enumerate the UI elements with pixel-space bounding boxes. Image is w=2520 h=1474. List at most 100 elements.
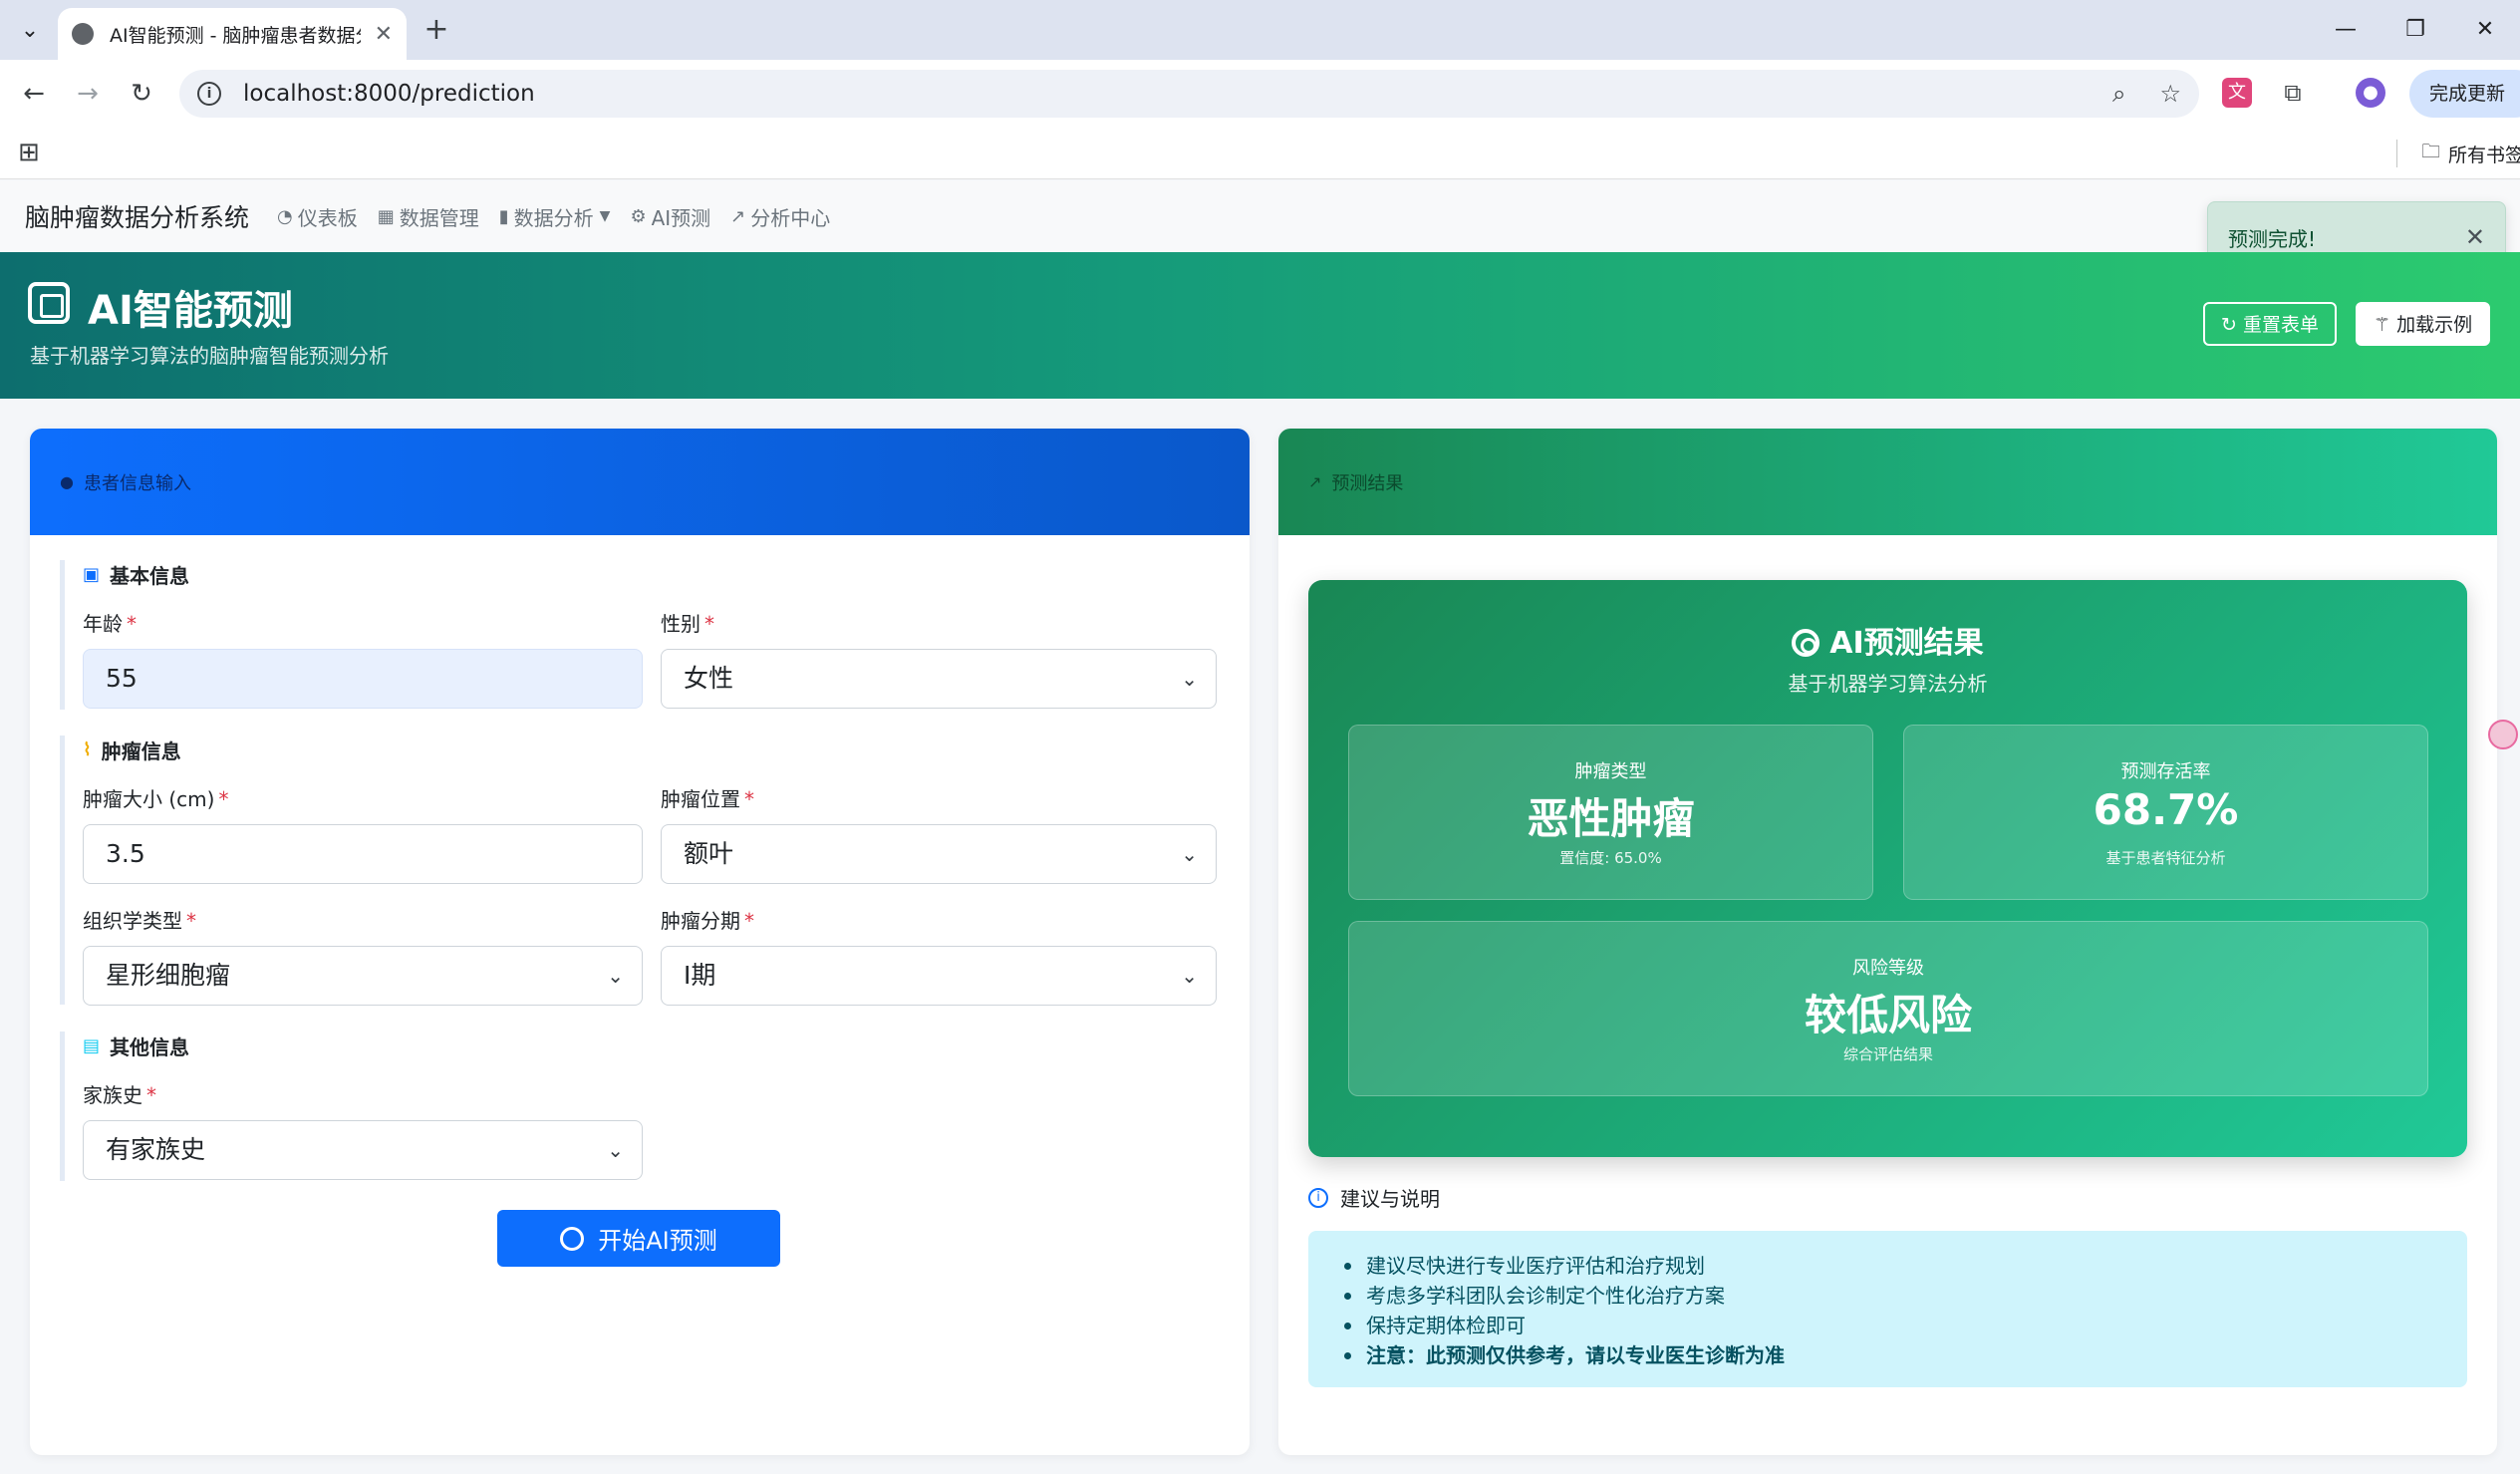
omnibox[interactable]: i localhost:8000/prediction ⌕ ☆ [179,70,2199,118]
extensions-icon[interactable]: ⧉ [2278,78,2308,108]
tab-search-button[interactable]: ⌄ [10,10,50,50]
nav-data-analysis[interactable]: ▮ 数据分析 ▼ [499,202,611,231]
patient-input-header: ● 患者信息输入 [30,429,1250,535]
start-prediction-button[interactable]: 开始AI预测 [497,1210,780,1267]
speedometer-icon: ◔ [277,205,293,227]
survival-rate-note: 基于患者特征分析 [2105,849,2226,867]
advice-item: 建议尽快进行专业医疗评估和治疗规划 [1344,1251,2467,1281]
age-input[interactable]: 55 [83,649,643,709]
update-button[interactable]: 完成更新 [2409,70,2520,118]
bookmark-star-icon[interactable]: ☆ [2159,80,2181,108]
nav-analysis-center-label: 分析中心 [750,205,831,230]
id-card-icon: ▣ [83,564,101,585]
profile-avatar[interactable]: ● [2356,78,2385,108]
site-info-icon[interactable]: i [197,82,221,106]
chevron-down-icon: ⌄ [1181,842,1198,866]
section-tumor-title: ⌇ 肿瘤信息 [83,736,181,764]
prediction-result-title: 预测结果 [1331,472,1404,494]
tumor-location-label: 肿瘤位置 * [661,783,754,812]
nav-dashboard[interactable]: ◔ 仪表板 [277,202,358,231]
all-bookmarks-button[interactable]: 🗀 所有书签 [2421,138,2520,169]
required-mark: * [186,909,196,933]
cpu-icon: ⚙ [630,205,647,227]
gender-label: 性别 * [661,608,714,637]
prediction-result-header: ↗ 预测结果 [1278,429,2497,535]
gender-label-text: 性别 [661,612,700,636]
close-icon[interactable]: ✕ [375,22,393,47]
tumor-location-select[interactable]: 额叶 ⌄ [661,824,1217,884]
histology-label: 组织学类型 * [83,905,196,934]
person-icon: ● [60,472,74,491]
window-controls: — ❐ ✕ [2311,0,2520,60]
new-tab-button[interactable]: + [419,12,454,48]
stage-label-text: 肿瘤分期 [661,909,740,933]
url-text[interactable]: localhost:8000/prediction [243,81,2079,107]
chevron-down-icon: ⌄ [607,1138,624,1162]
page-title: AI智能预测 [88,288,293,334]
close-window-button[interactable]: ✕ [2450,0,2520,60]
tumor-location-label-text: 肿瘤位置 [661,787,740,811]
restore-button[interactable]: ❐ [2380,0,2450,60]
globe-icon [72,23,94,45]
load-example-label: 加载示例 [2396,314,2473,336]
section-other-label: 其他信息 [110,1035,190,1059]
gender-select[interactable]: 女性 ⌄ [661,649,1217,709]
advice-disclaimer: 注意：此预测仅供参考，请以专业医生诊断为准 [1344,1340,2467,1370]
start-prediction-label: 开始AI预测 [598,1227,717,1255]
bookmarks-divider [2396,140,2397,167]
clipboard-data-icon: ▤ [83,1035,101,1056]
nav-analysis-center[interactable]: ↗ 分析中心 [730,202,830,231]
nav-data-management-label: 数据管理 [399,205,479,230]
required-mark: * [744,909,754,933]
risk-level-label: 风险等级 [1852,958,1924,979]
tumor-type-value: 恶性肿瘤 [1527,794,1695,843]
toast-message: 预测完成! [2228,226,2317,251]
apps-grid-icon[interactable]: ⊞ [18,138,40,167]
nav-data-management[interactable]: ▦ 数据管理 [378,202,479,231]
minimize-button[interactable]: — [2311,0,2380,60]
browser-tab[interactable]: AI智能预测 - 脑肿瘤患者数据分 ✕ [58,8,407,60]
caret-down-icon: ▼ [599,208,611,224]
section-basic-title: ▣ 基本信息 [83,560,189,589]
stage-label: 肿瘤分期 * [661,905,754,934]
ai-result-subtitle: 基于机器学习算法分析 [1788,672,1988,696]
refresh-icon: ↻ [2221,314,2243,336]
load-example-button[interactable]: ⚚ 加载示例 [2356,302,2491,346]
tumor-type-confidence: 置信度: 65.0% [1559,849,1662,867]
folder-icon: 🗀 [2421,141,2441,162]
family-history-select[interactable]: 有家族史 ⌄ [83,1120,643,1180]
advice-heading-text: 建议与说明 [1340,1187,1440,1211]
tumor-size-input[interactable]: 3.5 [83,824,643,884]
table-icon: ▦ [377,205,395,227]
survival-rate-stat: 预测存活率 68.7% 基于患者特征分析 [1903,725,2428,900]
required-mark: * [146,1083,156,1107]
risk-level-note: 综合评估结果 [1842,1045,1933,1063]
histology-select[interactable]: 星形细胞瘤 ⌄ [83,946,643,1006]
gender-select-value: 女性 [684,664,734,693]
stage-select[interactable]: I期 ⌄ [661,946,1217,1006]
forward-button[interactable]: → [68,74,108,114]
brand-title[interactable]: 脑肿瘤数据分析系统 [25,198,249,234]
toast-close-icon[interactable]: ✕ [2465,223,2485,251]
tumor-size-label-text: 肿瘤大小 (cm) [83,787,215,811]
floating-extension-icon[interactable] [2488,720,2518,749]
tumor-size-label: 肿瘤大小 (cm) * [83,783,228,812]
required-mark: * [704,612,714,636]
chevron-down-icon: ⌄ [1181,667,1198,691]
all-bookmarks-label: 所有书签 [2448,144,2520,166]
translate-extension-icon[interactable]: 文 [2222,78,2252,108]
ai-result-title: AI预测结果 [1308,618,2467,662]
ai-result-title-text: AI预测结果 [1829,626,1984,661]
section-basic-label: 基本信息 [110,564,190,588]
reload-button[interactable]: ↻ [122,74,161,114]
nav-ai-prediction-label: AI预测 [651,205,711,230]
family-history-label-text: 家族史 [83,1083,142,1107]
section-other-title: ▤ 其他信息 [83,1032,189,1060]
zoom-icon[interactable]: ⌕ [2112,80,2125,108]
required-mark: * [744,787,754,811]
reset-form-button[interactable]: ↻ 重置表单 [2203,302,2337,346]
advice-item: 考虑多学科团队会诊制定个性化治疗方案 [1344,1281,2467,1311]
age-label: 年龄 * [83,608,137,637]
nav-ai-prediction[interactable]: ⚙ AI预测 [630,202,710,231]
back-button[interactable]: ← [14,74,54,114]
